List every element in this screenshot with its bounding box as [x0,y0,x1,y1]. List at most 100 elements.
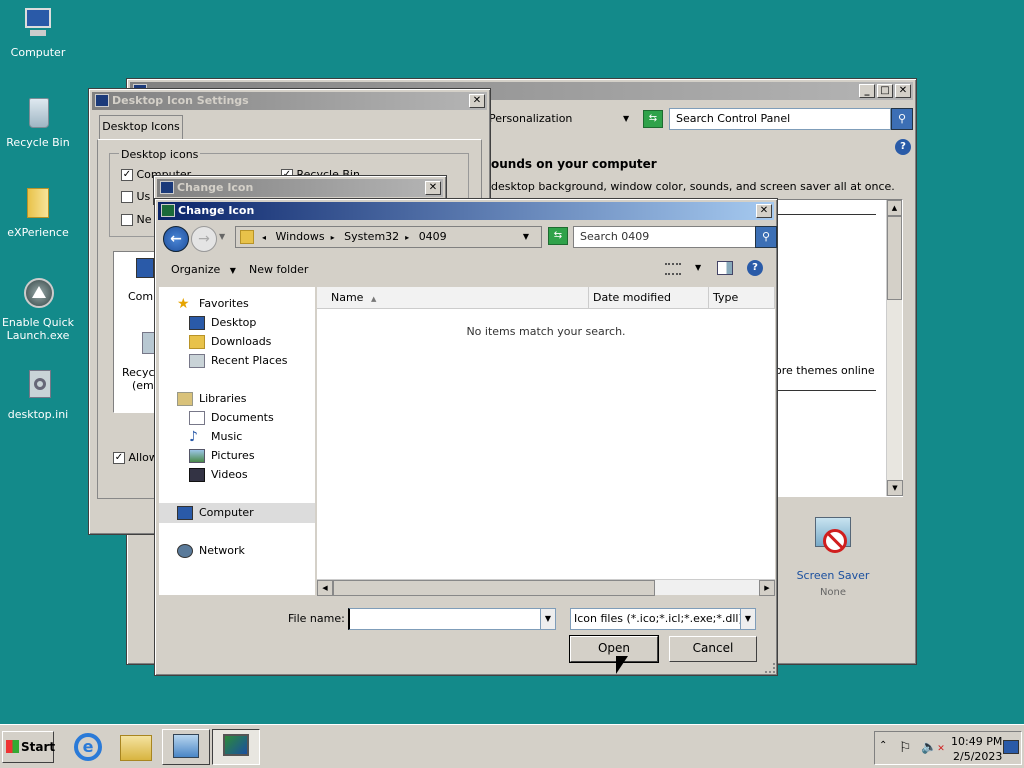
file-type-select[interactable]: Icon files (*.ico;*.icl;*.exe;*.dll) [570,608,742,630]
nav-documents[interactable]: Documents [189,409,274,427]
videos-icon [189,468,205,482]
scroll-left-arrow[interactable]: ◀ [317,580,333,596]
search-icon[interactable]: ⚲ [755,226,777,248]
file-type-dropdown[interactable]: ▼ [740,608,756,630]
nav-pictures[interactable]: Pictures [189,447,255,465]
close-button[interactable]: ✕ [756,204,772,218]
resize-grip-icon[interactable] [765,663,775,673]
nav-desktop[interactable]: Desktop [189,314,256,332]
nav-libraries[interactable]: Libraries [177,390,247,408]
taskbar-control-panel[interactable] [162,729,210,765]
close-button[interactable]: ✕ [895,84,911,98]
breadcrumb-system32[interactable]: System32 [344,230,399,243]
sort-ascending-icon: ▲ [370,295,377,303]
change-icon-dialog-title-bar[interactable]: Change Icon ✕ [158,202,774,220]
nav-downloads[interactable]: Downloads [189,333,271,351]
screen-saver-value: None [819,587,847,598]
desktop-icon-desktop-ini[interactable]: desktop.ini [0,368,76,421]
organize-button[interactable]: Organize ▼ [171,263,236,276]
navigation-row: ← → ▼ ◂ Windows ▸ System32 ▸ 0409 ▼ ⇆ Sear… [159,222,777,256]
taskbar-personalization[interactable] [212,729,260,765]
checkbox-allow-themes[interactable]: ✓ Allow [113,451,158,464]
change-icon-title-bar[interactable]: Change Icon ✕ [157,179,443,197]
cancel-button[interactable]: Cancel [669,636,757,662]
scroll-down-arrow[interactable]: ▼ [887,480,903,496]
scroll-thumb[interactable] [887,216,902,300]
scroll-right-arrow[interactable]: ▶ [759,580,775,596]
nav-videos[interactable]: Videos [189,466,248,484]
desktop-icon-recycle-bin[interactable]: Recycle Bin [0,96,76,149]
nav-network[interactable]: Network [177,542,245,560]
nav-favorites[interactable]: ★ Favorites [177,295,249,313]
open-button[interactable]: Open [569,635,659,663]
close-button[interactable]: ✕ [425,181,441,195]
help-icon[interactable]: ? [747,260,763,276]
folder-icon [20,186,56,222]
screen-saver-button[interactable]: Screen Saver None [787,515,879,598]
forward-button[interactable]: → [191,226,217,252]
tab-desktop-icons[interactable]: Desktop Icons [99,115,183,139]
new-folder-button[interactable]: New folder [249,263,308,276]
file-list[interactable]: Name ▲ Date modified Type No items match… [317,287,775,596]
breadcrumb-windows[interactable]: Windows [276,230,325,243]
address-bar[interactable]: Personalization ▼ [489,109,639,129]
explorer-folder-icon[interactable] [120,735,152,761]
search-input[interactable]: Search 0409 [573,226,757,248]
checkbox-user-files[interactable]: Us [121,190,150,203]
close-button[interactable]: ✕ [469,94,485,108]
file-name-label: File name: [288,612,345,625]
chevron-down-icon[interactable]: ▼ [695,263,701,272]
horizontal-scrollbar[interactable]: ◀ ▶ [317,579,775,596]
view-options-icon[interactable] [665,263,681,275]
nav-recent-places[interactable]: Recent Places [189,352,288,370]
mouse-cursor-icon [616,656,628,674]
address-bar[interactable]: ◂ Windows ▸ System32 ▸ 0409 ▼ [235,226,542,248]
column-header-name[interactable]: Name ▲ [317,287,589,309]
refresh-button[interactable]: ⇆ [643,110,663,128]
recent-pages-dropdown[interactable]: ▼ [219,232,225,241]
back-button[interactable]: ← [163,226,189,252]
desktop-icon-experience[interactable]: eXPerience [0,186,76,239]
breadcrumb-0409[interactable]: 0409 [419,230,447,243]
file-name-input[interactable] [348,608,542,630]
clock-time[interactable]: 10:49 PM [951,735,1002,748]
show-hidden-icons-button[interactable]: ⌃ [879,740,887,751]
show-desktop-icon[interactable] [1003,740,1019,754]
desktop-icon-label: desktop.ini [7,408,69,421]
column-header-date-modified[interactable]: Date modified [589,287,709,309]
clock-date[interactable]: 2/5/2023 [953,750,1002,763]
start-button[interactable]: Start [2,731,55,763]
themes-list[interactable]: ore themes online ▲ ▼ [775,199,903,497]
internet-explorer-icon[interactable]: e [74,733,102,761]
search-input[interactable]: Search Control Panel [669,108,891,130]
action-center-flag-icon[interactable]: ⚐ [899,740,912,756]
breadcrumb: Personalization [489,112,573,125]
chevron-down-icon[interactable]: ▼ [623,109,629,129]
scroll-thumb[interactable] [333,580,655,596]
help-icon[interactable]: ? [895,139,911,155]
more-themes-link[interactable]: ore themes online [775,364,875,377]
refresh-button[interactable]: ⇆ [548,227,568,245]
checkbox-network[interactable]: Ne [121,213,152,226]
change-icon-dialog[interactable]: Change Icon ✕ ← → ▼ ◂ Windows ▸ System32 ▸… [154,198,778,676]
scrollbar[interactable]: ▲ ▼ [886,200,903,496]
file-name-dropdown[interactable]: ▼ [540,608,556,630]
nav-computer[interactable]: Computer [177,504,254,522]
volume-muted-icon[interactable]: 🔈✕ [921,740,945,755]
desktop-icon-settings-title-bar[interactable]: Desktop Icon Settings ✕ [92,92,487,110]
scroll-up-arrow[interactable]: ▲ [887,200,902,216]
nav-music[interactable]: ♪ Music [189,428,242,446]
search-icon[interactable]: ⚲ [891,108,913,130]
windows-logo-icon [6,740,19,753]
chevron-down-icon[interactable]: ▼ [523,227,529,247]
desktop-icon-quick-launch[interactable]: Enable Quick Launch.exe [0,276,76,342]
icon-label: Recyc [122,366,155,379]
desktop-icon-computer[interactable]: Computer [0,6,76,59]
navigation-pane[interactable]: ★ Favorites Desktop Downloads Recent Pla… [159,287,315,595]
preview-pane-icon[interactable] [717,261,733,275]
folder-icon [240,230,254,244]
network-icon [177,544,193,558]
minimize-button[interactable]: _ [859,84,875,98]
column-header-type[interactable]: Type [709,287,775,309]
maximize-button[interactable]: □ [877,84,893,98]
